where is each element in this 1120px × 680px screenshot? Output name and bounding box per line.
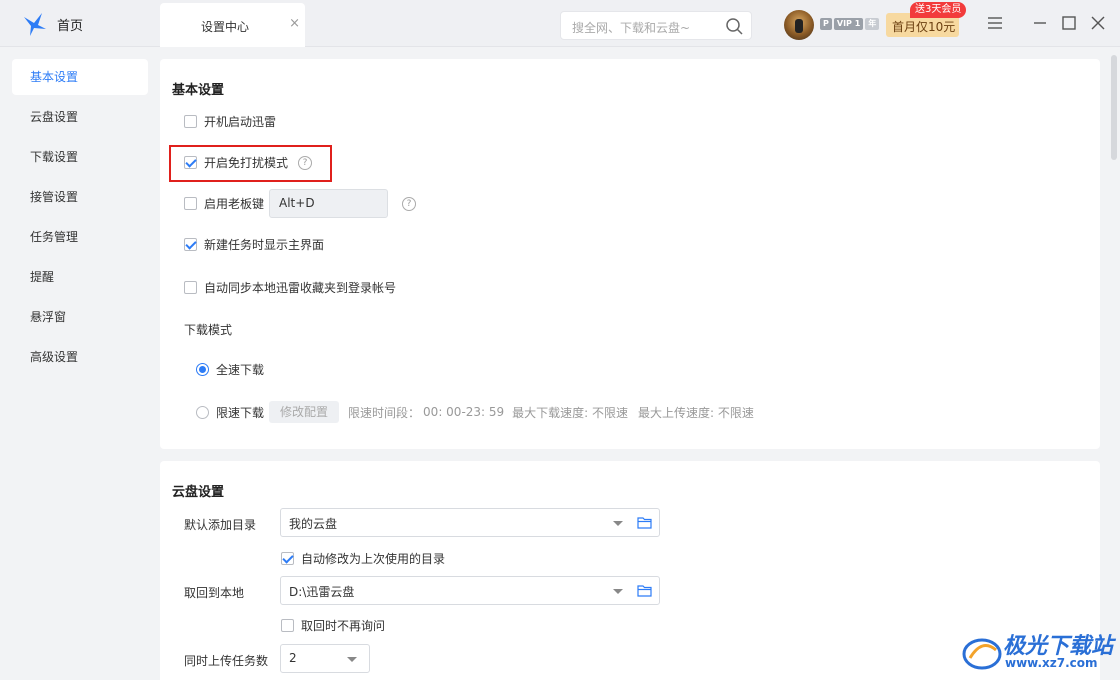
autostart-checkbox[interactable] [184, 115, 197, 128]
upload-count-value: 2 [289, 651, 297, 665]
upload-count-select[interactable]: 2 [280, 644, 370, 673]
sync-fav-label: 自动同步本地迅雷收藏夹到登录帐号 [204, 281, 397, 295]
vip-badges: P VIP 1 年 [820, 18, 880, 30]
full-speed-option[interactable]: 全速下载 [196, 361, 264, 378]
limited-speed-radio[interactable] [196, 405, 209, 419]
top-bar: 首页 设置中心 × 搜全网、下载和云盘~ P VIP 1 年 首月仅10元 送3… [0, 0, 1120, 47]
chevron-down-icon[interactable] [613, 589, 623, 594]
auto-modify-option[interactable]: 自动修改为上次使用的目录 [281, 550, 445, 567]
sidebar-item-download[interactable]: 下载设置 [12, 139, 148, 175]
show-main-checkbox[interactable] [184, 238, 197, 251]
auto-modify-checkbox[interactable] [281, 552, 294, 565]
folder-icon[interactable] [637, 584, 652, 597]
bosskey-label: 启用老板键 [204, 197, 265, 211]
show-main-label: 新建任务时显示主界面 [204, 238, 325, 252]
search-icon[interactable] [725, 17, 743, 35]
minimize-icon[interactable] [1031, 14, 1049, 32]
full-speed-radio[interactable] [196, 363, 209, 376]
autostart-option[interactable]: 开机启动迅雷 [184, 113, 276, 130]
sidebar-item-takeover[interactable]: 接管设置 [12, 179, 148, 215]
bosskey-option[interactable]: 启用老板键 Alt+D ? [184, 189, 417, 218]
folder-icon[interactable] [637, 516, 652, 529]
chevron-down-icon[interactable] [347, 657, 357, 662]
no-ask-option[interactable]: 取回时不再询问 [281, 617, 385, 634]
scrollbar[interactable] [1111, 55, 1117, 160]
auto-modify-label: 自动修改为上次使用的目录 [301, 552, 446, 566]
max-download-speed: 最大下载速度: 不限速 [512, 405, 629, 420]
chevron-down-icon[interactable] [613, 521, 623, 526]
xunlei-logo-icon[interactable] [22, 11, 48, 37]
vip-level-badge: VIP 1 [833, 18, 864, 30]
settings-sidebar: 基本设置 云盘设置 下载设置 接管设置 任务管理 提醒 悬浮窗 高级设置 [0, 48, 160, 680]
basic-settings-title: 基本设置 [172, 83, 225, 98]
promo-label: 首月仅10元 [892, 20, 956, 34]
sidebar-item-reminder[interactable]: 提醒 [12, 259, 148, 295]
tab-settings-center[interactable]: 设置中心 × [160, 3, 305, 47]
no-ask-checkbox[interactable] [281, 619, 294, 632]
sidebar-item-advanced[interactable]: 高级设置 [12, 339, 148, 375]
modify-config-button[interactable]: 修改配置 [269, 401, 340, 423]
bosskey-input[interactable]: Alt+D [269, 189, 389, 218]
home-link[interactable]: 首页 [57, 15, 83, 34]
p-badge: P [820, 18, 832, 30]
max-upload-speed: 最大上传速度: 不限速 [638, 405, 754, 420]
avatar[interactable] [784, 10, 814, 40]
limit-time-value: 00: 00-23: 59 [423, 405, 505, 419]
menu-icon[interactable] [986, 14, 1004, 32]
show-main-option[interactable]: 新建任务时显示主界面 [184, 236, 324, 253]
highlight-box [169, 145, 332, 182]
watermark-url: www.xz7.com [1005, 656, 1098, 670]
retrieve-dir-select[interactable]: D:\迅雷云盘 [280, 576, 660, 605]
search-input[interactable]: 搜全网、下载和云盘~ [560, 11, 752, 40]
annual-badge: 年 [865, 18, 880, 30]
promo-tag: 送3天会员 [910, 2, 967, 18]
sync-fav-option[interactable]: 自动同步本地迅雷收藏夹到登录帐号 [184, 279, 396, 296]
retrieve-label: 取回到本地 [184, 586, 245, 600]
limit-period-label: 限速时间段： [348, 405, 421, 420]
limited-speed-label: 限速下载 [216, 405, 265, 420]
sidebar-item-basic[interactable]: 基本设置 [12, 59, 148, 95]
sync-fav-checkbox[interactable] [184, 281, 197, 294]
default-dir-select[interactable]: 我的云盘 [280, 508, 660, 537]
tab-label: 设置中心 [201, 20, 250, 34]
full-speed-label: 全速下载 [216, 363, 265, 377]
maximize-icon[interactable] [1060, 14, 1078, 32]
download-mode-title: 下载模式 [184, 323, 233, 337]
no-ask-label: 取回时不再询问 [301, 619, 386, 633]
bosskey-checkbox[interactable] [184, 197, 197, 210]
sidebar-item-floating[interactable]: 悬浮窗 [12, 299, 148, 335]
limited-speed-option[interactable]: 限速下载 修改配置 限速时间段： 00: 00-23: 59 最大下载速度: 不… [196, 401, 754, 423]
basic-settings-panel: 基本设置 开机启动迅雷 开启免打扰模式 ? 启用老板键 Alt+D ? 新建任务… [160, 59, 1100, 449]
autostart-label: 开机启动迅雷 [204, 115, 277, 129]
search-placeholder: 搜全网、下载和云盘~ [572, 21, 691, 35]
sidebar-item-cloud[interactable]: 云盘设置 [12, 99, 148, 135]
retrieve-dir-value: D:\迅雷云盘 [289, 585, 355, 599]
help-icon[interactable]: ? [402, 196, 417, 211]
default-dir-value: 我的云盘 [289, 517, 338, 531]
close-icon[interactable]: × [289, 16, 300, 31]
sidebar-item-tasks[interactable]: 任务管理 [12, 219, 148, 255]
default-dir-label: 默认添加目录 [184, 518, 257, 532]
cloud-settings-panel: 云盘设置 默认添加目录 我的云盘 自动修改为上次使用的目录 取回到本地 D:\迅… [160, 461, 1100, 680]
cloud-settings-title: 云盘设置 [172, 485, 225, 500]
close-window-icon[interactable] [1089, 14, 1107, 32]
upload-count-label: 同时上传任务数 [184, 654, 269, 668]
